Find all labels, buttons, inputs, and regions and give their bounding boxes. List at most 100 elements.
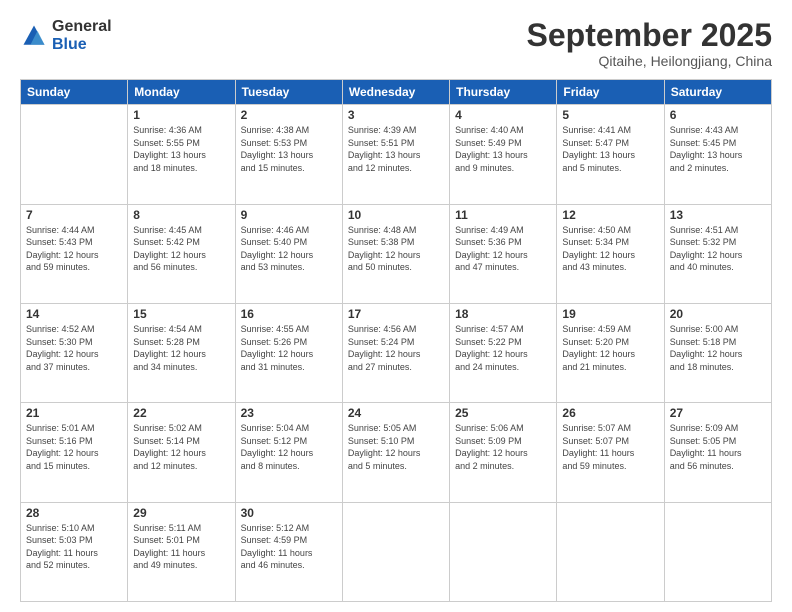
day-number: 19 (562, 307, 658, 321)
day-number: 20 (670, 307, 766, 321)
calendar-cell: 2 Sunrise: 4:38 AM Sunset: 5:53 PM Daylig… (235, 105, 342, 204)
logo-blue-text: Blue (52, 36, 112, 54)
day-detail: Sunrise: 4:57 AM Sunset: 5:22 PM Dayligh… (455, 323, 551, 373)
day-detail: Sunrise: 4:40 AM Sunset: 5:49 PM Dayligh… (455, 124, 551, 174)
calendar-cell: 29Sunrise: 5:11 AM Sunset: 5:01 PM Dayli… (128, 502, 235, 601)
calendar-cell: 18 Sunrise: 4:57 AM Sunset: 5:22 PM Dayli… (450, 303, 557, 402)
calendar-cell: 15Sunrise: 4:54 AM Sunset: 5:28 PM Dayli… (128, 303, 235, 402)
calendar-cell: 27Sunrise: 5:09 AM Sunset: 5:05 PM Dayli… (664, 403, 771, 502)
calendar-cell: 10 Sunrise: 4:48 AM Sunset: 5:38 PM Dayli… (342, 204, 449, 303)
calendar-cell: 16Sunrise: 4:55 AM Sunset: 5:26 PM Dayli… (235, 303, 342, 402)
calendar-week-row: 28Sunrise: 5:10 AM Sunset: 5:03 PM Dayli… (21, 502, 772, 601)
calendar-cell: 23 Sunrise: 5:04 AM Sunset: 5:12 PM Dayli… (235, 403, 342, 502)
calendar-cell: 25 Sunrise: 5:06 AM Sunset: 5:09 PM Dayli… (450, 403, 557, 502)
calendar-cell (664, 502, 771, 601)
calendar-body: 1 Sunrise: 4:36 AM Sunset: 5:55 PM Daylig… (21, 105, 772, 602)
calendar-cell: 5 Sunrise: 4:41 AM Sunset: 5:47 PM Daylig… (557, 105, 664, 204)
day-detail: Sunrise: 4:59 AM Sunset: 5:20 PM Dayligh… (562, 323, 658, 373)
day-number: 9 (241, 208, 337, 222)
day-number: 27 (670, 406, 766, 420)
calendar-cell: 9 Sunrise: 4:46 AM Sunset: 5:40 PM Daylig… (235, 204, 342, 303)
day-number: 24 (348, 406, 444, 420)
calendar-cell: 14 Sunrise: 4:52 AM Sunset: 5:30 PM Dayli… (21, 303, 128, 402)
day-number: 30 (241, 506, 337, 520)
day-detail: Sunrise: 5:11 AM Sunset: 5:01 PM Dayligh… (133, 522, 229, 572)
day-number: 22 (133, 406, 229, 420)
day-detail: Sunrise: 5:12 AM Sunset: 4:59 PM Dayligh… (241, 522, 337, 572)
location-subtitle: Qitaihe, Heilongjiang, China (527, 53, 772, 69)
day-number: 28 (26, 506, 122, 520)
calendar-cell: 7Sunrise: 4:44 AM Sunset: 5:43 PM Daylig… (21, 204, 128, 303)
day-number: 5 (562, 108, 658, 122)
day-number: 26 (562, 406, 658, 420)
day-number: 14 (26, 307, 122, 321)
day-detail: Sunrise: 5:00 AM Sunset: 5:18 PM Dayligh… (670, 323, 766, 373)
month-title: September 2025 (527, 18, 772, 53)
calendar-cell: 20 Sunrise: 5:00 AM Sunset: 5:18 PM Dayli… (664, 303, 771, 402)
calendar-week-row: 21Sunrise: 5:01 AM Sunset: 5:16 PM Dayli… (21, 403, 772, 502)
calendar-cell (450, 502, 557, 601)
day-number: 25 (455, 406, 551, 420)
calendar-table: SundayMondayTuesdayWednesdayThursdayFrid… (20, 79, 772, 602)
day-number: 18 (455, 307, 551, 321)
day-detail: Sunrise: 5:05 AM Sunset: 5:10 PM Dayligh… (348, 422, 444, 472)
calendar-cell: 30 Sunrise: 5:12 AM Sunset: 4:59 PM Dayli… (235, 502, 342, 601)
calendar-cell: 13Sunrise: 4:51 AM Sunset: 5:32 PM Dayli… (664, 204, 771, 303)
day-detail: Sunrise: 4:49 AM Sunset: 5:36 PM Dayligh… (455, 224, 551, 274)
day-detail: Sunrise: 4:46 AM Sunset: 5:40 PM Dayligh… (241, 224, 337, 274)
day-detail: Sunrise: 4:48 AM Sunset: 5:38 PM Dayligh… (348, 224, 444, 274)
weekday-header: Thursday (450, 80, 557, 105)
logo-icon (20, 22, 48, 50)
day-number: 13 (670, 208, 766, 222)
calendar-cell: 11 Sunrise: 4:49 AM Sunset: 5:36 PM Dayli… (450, 204, 557, 303)
day-number: 12 (562, 208, 658, 222)
day-detail: Sunrise: 4:36 AM Sunset: 5:55 PM Dayligh… (133, 124, 229, 174)
calendar-cell: 3 Sunrise: 4:39 AM Sunset: 5:51 PM Daylig… (342, 105, 449, 204)
calendar-cell: 24 Sunrise: 5:05 AM Sunset: 5:10 PM Dayli… (342, 403, 449, 502)
calendar-cell: 28Sunrise: 5:10 AM Sunset: 5:03 PM Dayli… (21, 502, 128, 601)
day-detail: Sunrise: 4:38 AM Sunset: 5:53 PM Dayligh… (241, 124, 337, 174)
calendar-week-row: 7Sunrise: 4:44 AM Sunset: 5:43 PM Daylig… (21, 204, 772, 303)
day-detail: Sunrise: 4:45 AM Sunset: 5:42 PM Dayligh… (133, 224, 229, 274)
day-detail: Sunrise: 5:04 AM Sunset: 5:12 PM Dayligh… (241, 422, 337, 472)
logo: General Blue (20, 18, 112, 53)
calendar-week-row: 1 Sunrise: 4:36 AM Sunset: 5:55 PM Daylig… (21, 105, 772, 204)
calendar-cell (557, 502, 664, 601)
weekday-header: Tuesday (235, 80, 342, 105)
header: General Blue September 2025 Qitaihe, Hei… (20, 18, 772, 69)
weekday-header: Monday (128, 80, 235, 105)
day-detail: Sunrise: 5:06 AM Sunset: 5:09 PM Dayligh… (455, 422, 551, 472)
calendar-cell: 8 Sunrise: 4:45 AM Sunset: 5:42 PM Daylig… (128, 204, 235, 303)
logo-text: General Blue (52, 18, 112, 53)
calendar-cell: 22 Sunrise: 5:02 AM Sunset: 5:14 PM Dayli… (128, 403, 235, 502)
weekday-header: Wednesday (342, 80, 449, 105)
weekday-header: Friday (557, 80, 664, 105)
day-detail: Sunrise: 4:55 AM Sunset: 5:26 PM Dayligh… (241, 323, 337, 373)
title-block: September 2025 Qitaihe, Heilongjiang, Ch… (527, 18, 772, 69)
calendar-cell: 1 Sunrise: 4:36 AM Sunset: 5:55 PM Daylig… (128, 105, 235, 204)
calendar-cell (21, 105, 128, 204)
day-detail: Sunrise: 4:41 AM Sunset: 5:47 PM Dayligh… (562, 124, 658, 174)
day-detail: Sunrise: 4:56 AM Sunset: 5:24 PM Dayligh… (348, 323, 444, 373)
day-number: 1 (133, 108, 229, 122)
calendar-header: SundayMondayTuesdayWednesdayThursdayFrid… (21, 80, 772, 105)
day-number: 21 (26, 406, 122, 420)
day-number: 8 (133, 208, 229, 222)
day-number: 2 (241, 108, 337, 122)
day-detail: Sunrise: 4:52 AM Sunset: 5:30 PM Dayligh… (26, 323, 122, 373)
day-number: 10 (348, 208, 444, 222)
day-number: 23 (241, 406, 337, 420)
page: General Blue September 2025 Qitaihe, Hei… (0, 0, 792, 612)
day-number: 3 (348, 108, 444, 122)
weekday-header: Saturday (664, 80, 771, 105)
day-number: 11 (455, 208, 551, 222)
calendar-cell (342, 502, 449, 601)
day-number: 17 (348, 307, 444, 321)
logo-general-text: General (52, 18, 112, 36)
day-detail: Sunrise: 4:39 AM Sunset: 5:51 PM Dayligh… (348, 124, 444, 174)
day-detail: Sunrise: 5:02 AM Sunset: 5:14 PM Dayligh… (133, 422, 229, 472)
day-number: 15 (133, 307, 229, 321)
calendar-week-row: 14 Sunrise: 4:52 AM Sunset: 5:30 PM Dayli… (21, 303, 772, 402)
calendar-cell: 6Sunrise: 4:43 AM Sunset: 5:45 PM Daylig… (664, 105, 771, 204)
day-detail: Sunrise: 4:43 AM Sunset: 5:45 PM Dayligh… (670, 124, 766, 174)
